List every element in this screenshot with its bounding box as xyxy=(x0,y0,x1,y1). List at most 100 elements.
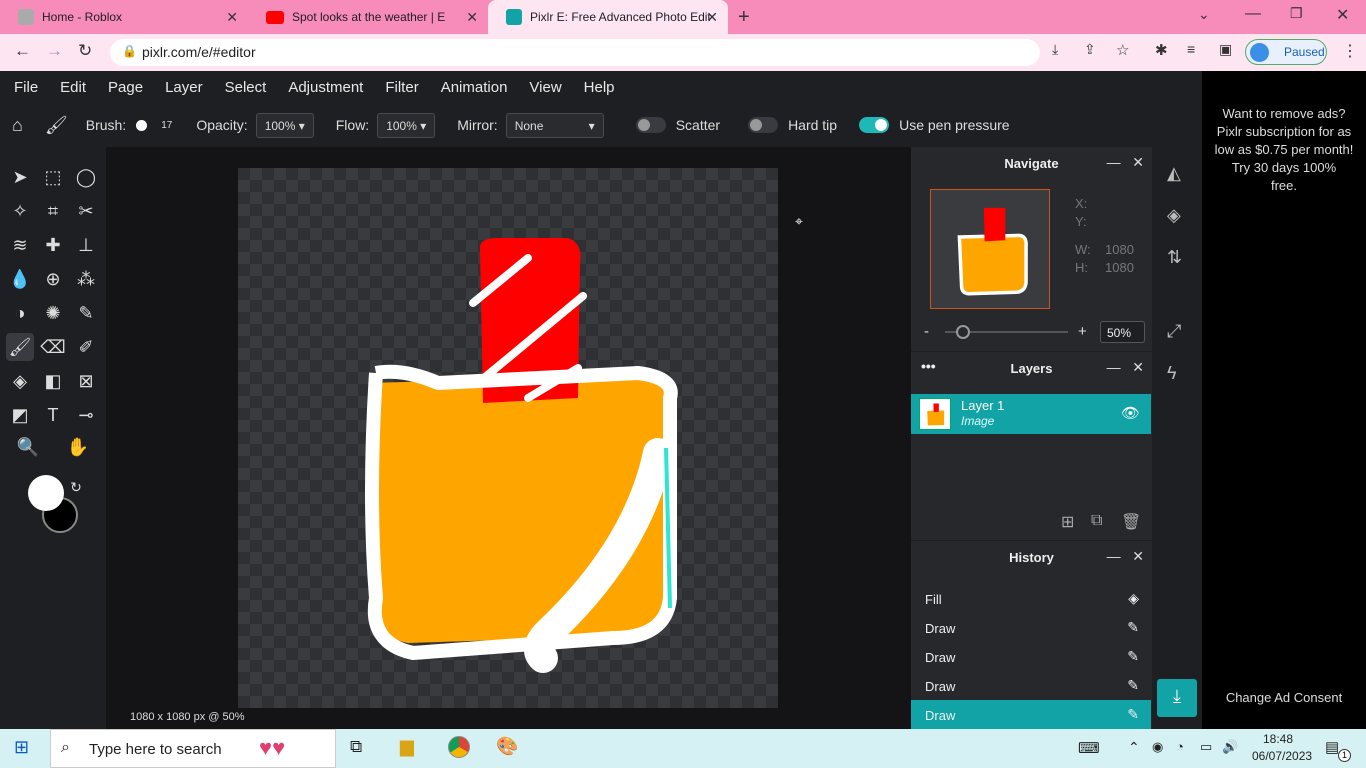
eraser-tool-icon[interactable]: ⌫ xyxy=(39,333,67,361)
color-replace-tool-icon[interactable]: ⁂ xyxy=(72,265,100,293)
eye-icon[interactable]: 👁 xyxy=(1121,404,1140,422)
placeholder-tool-icon[interactable]: ⊠ xyxy=(72,367,100,395)
new-tab-icon[interactable]: + xyxy=(738,6,750,29)
reload-icon[interactable]: ↻ xyxy=(78,41,92,61)
pen-tool-icon[interactable]: ✎ xyxy=(72,299,100,327)
notification-icon[interactable]: ▤ xyxy=(1325,738,1339,756)
menu-page[interactable]: Page xyxy=(108,79,143,96)
gradient-tool-icon[interactable]: ◧ xyxy=(39,367,67,395)
sponge-tool-icon[interactable]: ⊕ xyxy=(39,265,67,293)
flow-select[interactable]: 100% ▾ xyxy=(377,112,436,138)
clock-date[interactable]: 06/07/2023 xyxy=(1252,749,1312,763)
profile-button[interactable]: Paused xyxy=(1245,39,1327,65)
menu-view[interactable]: View xyxy=(529,79,561,96)
shape-tool-icon[interactable]: ◩ xyxy=(6,401,34,429)
sidepanel-icon[interactable]: ▣ xyxy=(1219,41,1232,58)
home-icon[interactable]: ⌂ xyxy=(12,115,23,136)
history-item-active[interactable]: Draw ✎ xyxy=(911,700,1151,729)
brush-tool-icon[interactable]: 🖌 xyxy=(6,333,34,361)
menu-edit[interactable]: Edit xyxy=(60,79,86,96)
foreground-color-swatch[interactable] xyxy=(28,475,64,511)
history-item[interactable]: Draw ✎ xyxy=(911,613,1151,642)
marquee-tool-icon[interactable]: ⬚ xyxy=(39,163,67,191)
restore-icon[interactable]: ❐ xyxy=(1290,5,1303,22)
file-explorer-icon[interactable]: ▆ xyxy=(400,736,414,757)
history-item[interactable]: Draw ✎ xyxy=(911,642,1151,671)
extensions-icon[interactable]: ✱ xyxy=(1155,41,1168,59)
dodge-tool-icon[interactable]: ◑ xyxy=(6,299,34,327)
tab-roblox[interactable]: Home - Roblox ✕ xyxy=(0,0,248,34)
scatter-toggle[interactable] xyxy=(635,117,666,133)
arrange-tool-icon[interactable]: ➤ xyxy=(6,163,34,191)
brush-preview[interactable] xyxy=(136,119,148,131)
task-view-icon[interactable]: ⧉ xyxy=(350,737,362,757)
layer-row[interactable]: Layer 1 Image 👁 xyxy=(911,394,1151,434)
meet-icon[interactable]: ◉ xyxy=(1152,739,1163,755)
eyedropper-tool-icon[interactable]: ⊸ xyxy=(72,401,100,429)
expand-icon[interactable]: ⤢ xyxy=(1167,321,1181,342)
close-icon[interactable]: ✕ xyxy=(226,9,238,26)
tab-pixlr[interactable]: Pixlr E: Free Advanced Photo Edit ✕ xyxy=(488,0,728,34)
pen-pressure-toggle[interactable] xyxy=(859,117,890,133)
ad-consent-link[interactable]: Change Ad Consent xyxy=(1202,690,1366,705)
brush-size[interactable]: 17 xyxy=(161,120,172,131)
menu-animation[interactable]: Animation xyxy=(441,79,508,96)
close-icon[interactable]: ✕ xyxy=(466,9,478,26)
close-icon[interactable]: — ✕ xyxy=(1107,154,1144,171)
menu-layer[interactable]: Layer xyxy=(165,79,203,96)
fill-tool-icon[interactable]: ◈ xyxy=(6,367,34,395)
navigator-thumbnail[interactable] xyxy=(930,189,1050,309)
forward-icon[interactable]: → xyxy=(46,41,63,61)
swap-colors-icon[interactable]: ↻ xyxy=(62,473,90,501)
menu-filter[interactable]: Filter xyxy=(385,79,418,96)
navigator-toggle-icon[interactable]: ◭ xyxy=(1167,163,1181,184)
liquify-tool-icon[interactable]: ≋ xyxy=(6,231,34,259)
cutout-tool-icon[interactable]: ✂ xyxy=(72,197,100,225)
menu-file[interactable]: File xyxy=(14,79,38,96)
menu-select[interactable]: Select xyxy=(225,79,267,96)
wifi-icon[interactable]: ◔ xyxy=(1176,739,1184,754)
minimize-icon[interactable]: — xyxy=(1245,5,1261,23)
keyboard-icon[interactable]: ⌨ xyxy=(1078,739,1100,757)
close-icon[interactable]: — ✕ xyxy=(1107,359,1144,376)
zoom-in-icon[interactable]: + xyxy=(1078,323,1087,340)
wand-tool-icon[interactable]: ✧ xyxy=(6,197,34,225)
layers-toggle-icon[interactable]: ◈ xyxy=(1167,205,1181,226)
clone-tool-icon[interactable]: ⊥ xyxy=(72,231,100,259)
mirror-select[interactable]: None ▾ xyxy=(505,112,604,138)
lightning-icon[interactable]: ϟ xyxy=(1167,363,1177,384)
kebab-menu-icon[interactable]: ⋮ xyxy=(1342,41,1358,61)
star-icon[interactable]: ☆ xyxy=(1116,41,1129,59)
zoom-out-icon[interactable]: - xyxy=(924,323,929,340)
opacity-select[interactable]: 100% ▾ xyxy=(255,112,314,138)
zoom-input[interactable]: 50% xyxy=(1100,321,1145,343)
chrome-icon[interactable] xyxy=(448,736,470,758)
clock-time[interactable]: 18:48 xyxy=(1263,732,1293,746)
adjust-toggle-icon[interactable]: ⇅ xyxy=(1167,247,1182,268)
pencil-tool-icon[interactable]: ✐ xyxy=(72,333,100,361)
lasso-tool-icon[interactable]: ◯ xyxy=(72,163,100,191)
zoom-tool-icon[interactable]: 🔍 xyxy=(14,433,42,461)
crop-tool-icon[interactable]: ⌗ xyxy=(39,197,67,225)
blur-tool-icon[interactable]: 💧 xyxy=(6,265,34,293)
delete-layer-icon[interactable]: 🗑 xyxy=(1121,512,1141,532)
close-window-icon[interactable]: ✕ xyxy=(1336,5,1349,25)
battery-icon[interactable]: ▭ xyxy=(1200,739,1212,755)
paint-app-icon[interactable]: 🎨 xyxy=(496,736,518,757)
hand-tool-icon[interactable]: ✋ xyxy=(64,433,92,461)
back-icon[interactable]: ← xyxy=(14,41,31,61)
menu-adjustment[interactable]: Adjustment xyxy=(288,79,363,96)
install-icon[interactable]: ⤓ xyxy=(1052,41,1058,58)
taskbar-search-input[interactable]: ⌕ Type here to search ♥♥ xyxy=(50,729,336,768)
windows-start-icon[interactable]: ⊞ xyxy=(14,737,29,758)
tab-search-icon[interactable]: ⌄ xyxy=(1198,6,1210,23)
url-input[interactable]: 🔒 pixlr.com/e/#editor xyxy=(110,39,1040,66)
hardtip-toggle[interactable] xyxy=(748,117,779,133)
text-tool-icon[interactable]: T xyxy=(39,401,67,429)
add-layer-icon[interactable]: ⊞ xyxy=(1061,512,1074,532)
close-icon[interactable]: ✕ xyxy=(706,9,718,26)
share-icon[interactable]: ⇪ xyxy=(1084,41,1096,58)
download-icon[interactable]: ⤓ xyxy=(1157,679,1197,717)
history-item[interactable]: Draw ✎ xyxy=(911,671,1151,700)
duplicate-layer-icon[interactable]: ⧉ xyxy=(1091,512,1102,530)
